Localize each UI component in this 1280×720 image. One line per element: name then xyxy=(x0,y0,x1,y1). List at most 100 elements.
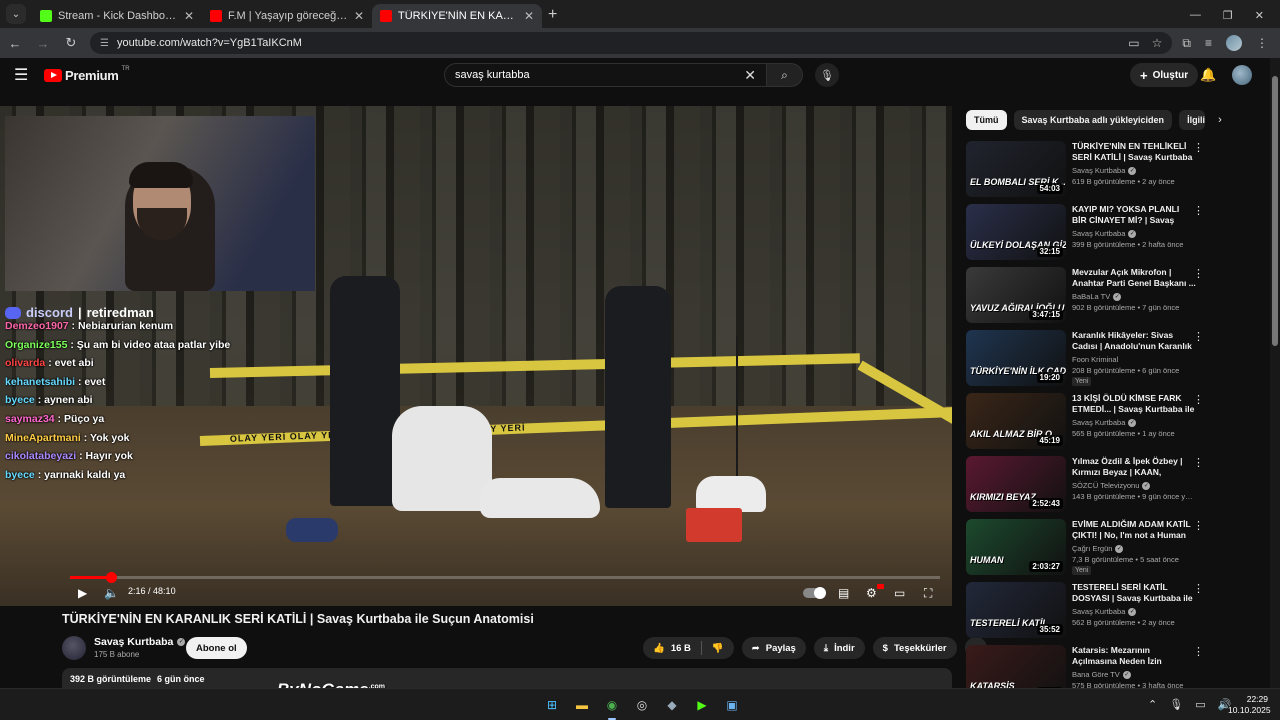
account-avatar[interactable] xyxy=(1232,65,1252,85)
video-player[interactable]: OLAY YERİ OLAY YERİ OLAY YERİ OLAY YERİ … xyxy=(0,106,952,606)
channel-name[interactable]: Savaş Kurtbaba xyxy=(1072,418,1125,427)
page-scrollbar[interactable] xyxy=(1270,58,1280,688)
fullscreen-icon[interactable]: ⛶ xyxy=(924,586,932,601)
video-thumbnail[interactable]: HUMAN 2:03:27 xyxy=(966,519,1066,575)
recommended-video[interactable]: YAVUZ AĞIRALİOĞLU 3:47:15 Mevzular Açık Mi… xyxy=(966,267,1266,330)
video-title-link[interactable]: TESTERELİ SERİ KATİL DOSYASI | Savaş Kur… xyxy=(1072,582,1196,604)
close-tab-icon[interactable]: ✕ xyxy=(354,9,364,23)
channel-avatar[interactable] xyxy=(62,636,86,660)
video-title-link[interactable]: Katarsis: Mezarının Açılmasına Neden İzi… xyxy=(1072,645,1196,667)
recommended-video[interactable]: TÜRKİYE'NİN İLK CADI VAKASI19:20 Karanlık… xyxy=(966,330,1266,393)
video-thumbnail[interactable]: TÜRKİYE'NİN İLK CADI VAKASI19:20 xyxy=(966,330,1066,386)
reload-icon[interactable]: ↻ xyxy=(62,35,80,51)
media-controls-icon[interactable]: ≡ xyxy=(1205,36,1212,50)
autoplay-toggle[interactable] xyxy=(803,587,826,599)
more-options-icon[interactable]: ⋮ xyxy=(1193,204,1204,217)
thanks-button[interactable]: $ Teşekkürler xyxy=(872,637,957,659)
more-options-icon[interactable]: ⋮ xyxy=(1193,519,1204,532)
kick-app-icon[interactable]: ▶ xyxy=(692,695,712,715)
channel-name[interactable]: Savaş Kurtbaba xyxy=(1072,229,1125,238)
description-box[interactable]: 392 B görüntüleme 6 gün önce xyxy=(62,668,952,688)
extensions-icon[interactable]: ⧉ xyxy=(1182,36,1191,51)
mic-tray-icon[interactable]: 🎙 xyxy=(1169,698,1183,711)
volume-icon[interactable]: 🔈 xyxy=(104,586,119,600)
channel-name-link[interactable]: Savaş Kurtbaba ✓ xyxy=(94,636,186,648)
share-button[interactable]: ➦ Paylaş xyxy=(741,637,806,659)
recommended-video[interactable]: HUMAN 2:03:27 EVİME ALDIĞIM ADAM KATİL ÇIK… xyxy=(966,519,1266,582)
video-thumbnail[interactable]: YAVUZ AĞIRALİOĞLU 3:47:15 xyxy=(966,267,1066,323)
bookmark-star-icon[interactable]: ☆ xyxy=(1152,36,1163,50)
clear-search-icon[interactable]: ✕ xyxy=(744,67,756,84)
cast-icon[interactable]: ▭ xyxy=(1128,36,1139,50)
back-icon[interactable]: ← xyxy=(6,36,24,51)
taskbar-clock[interactable]: 22:29 10.10.2025 xyxy=(1228,694,1271,716)
channel-name[interactable]: Bana Göre TV xyxy=(1072,670,1120,679)
progress-bar[interactable] xyxy=(70,572,940,583)
more-options-icon[interactable]: ⋮ xyxy=(1193,393,1204,406)
channel-name[interactable]: SÖZCÜ Televizyonu xyxy=(1072,481,1139,490)
recommended-video[interactable]: ÜLKEYİ DOLAŞAN GİZEMLİ KAYIP32:15 KAYIP M… xyxy=(966,204,1266,267)
play-icon[interactable]: ▶ xyxy=(78,586,87,600)
video-thumbnail[interactable]: EL BOMBALI SERİ K... 54:03 xyxy=(966,141,1066,197)
chip-from-uploader[interactable]: Savaş Kurtbaba adlı yükleyiciden xyxy=(1013,110,1173,130)
channel-name[interactable]: Savaş Kurtbaba xyxy=(1072,607,1125,616)
file-explorer-icon[interactable]: ▬ xyxy=(572,695,592,715)
network-icon[interactable]: ▭ xyxy=(1195,698,1205,711)
channel-name[interactable]: BaBaLa TV xyxy=(1072,292,1110,301)
tab-search-button[interactable]: ⌄ xyxy=(6,4,26,24)
settings-gear-icon[interactable]: ⚙ xyxy=(866,586,877,600)
profile-avatar[interactable] xyxy=(1226,35,1242,51)
download-button[interactable]: ⤓ İndir xyxy=(813,637,865,659)
search-button[interactable]: ⌕ xyxy=(767,63,803,87)
steam-icon[interactable]: ◆ xyxy=(662,695,682,715)
browser-menu-icon[interactable]: ⋮ xyxy=(1256,36,1268,50)
subtitles-icon[interactable]: ▤ xyxy=(838,586,849,600)
close-tab-icon[interactable]: ✕ xyxy=(184,9,194,23)
video-title-link[interactable]: KAYIP MI? YOKSA PLANLI BİR CİNAYET Mİ? |… xyxy=(1072,204,1196,226)
site-info-icon[interactable]: ☰ xyxy=(100,38,109,49)
windows-start-icon[interactable]: ⊞ xyxy=(542,695,562,715)
recommended-video[interactable]: EL BOMBALI SERİ K... 54:03 TÜRKİYE'NİN EN … xyxy=(966,141,1266,204)
more-options-icon[interactable]: ⋮ xyxy=(1193,330,1204,343)
video-title-link[interactable]: Yılmaz Özdil & İpek Özbey | Kırmızı Beya… xyxy=(1072,456,1196,478)
browser-tab-fm[interactable]: F.M | Yaşayıp göreceğiz - YouTube ✕ xyxy=(202,4,372,28)
more-options-icon[interactable]: ⋮ xyxy=(1193,456,1204,469)
video-title-link[interactable]: Karanlık Hikâyeler: Sivas Cadısı | Anado… xyxy=(1072,330,1196,352)
voice-search-button[interactable]: 🎙 xyxy=(815,63,839,87)
create-button[interactable]: + Oluştur xyxy=(1130,63,1199,87)
minimize-icon[interactable]: — xyxy=(1190,9,1201,22)
browser-tab-active[interactable]: TÜRKİYE'NİN EN KARANLIK SERİ KATİLİ ✕ xyxy=(372,4,542,28)
channel-name[interactable]: Foon Kriminal xyxy=(1072,355,1118,364)
video-title-link[interactable]: EVİME ALDIĞIM ADAM KATİL ÇIKTI! | No, I'… xyxy=(1072,519,1196,541)
like-icon[interactable]: 👍 xyxy=(653,643,665,654)
chrome-icon[interactable]: ◉ xyxy=(602,695,622,720)
close-tab-icon[interactable]: ✕ xyxy=(524,9,534,23)
obs-icon[interactable]: ◎ xyxy=(632,695,652,715)
search-input[interactable]: savaş kurtabba ✕ xyxy=(444,63,767,87)
photos-icon[interactable]: ▣ xyxy=(722,695,742,715)
address-bar[interactable]: ☰ youtube.com/watch?v=YgB1TaIKCnM ▭ ☆ xyxy=(90,32,1173,54)
video-title-link[interactable]: Mevzular Açık Mikrofon | Anahtar Parti G… xyxy=(1072,267,1196,289)
video-thumbnail[interactable]: AKIL ALMAZ BİR O... 45:19 xyxy=(966,393,1066,449)
subscribe-button[interactable]: Abone ol xyxy=(186,637,247,659)
recommended-video[interactable]: TESTERELİ KATİL 35:52 TESTERELİ SERİ KATİL… xyxy=(966,582,1266,645)
channel-name[interactable]: Çağrı Ergün xyxy=(1072,544,1112,553)
channel-name[interactable]: Savaş Kurtbaba xyxy=(1072,166,1125,175)
forward-icon[interactable]: → xyxy=(34,36,52,51)
browser-tab-kick[interactable]: Stream - Kick Dashboard ✕ xyxy=(32,4,202,28)
scrollbar-thumb[interactable] xyxy=(1272,76,1278,346)
hamburger-menu-icon[interactable]: ☰ xyxy=(14,65,32,85)
chip-all[interactable]: Tümü xyxy=(966,110,1007,130)
like-count[interactable]: 16 B xyxy=(671,643,691,654)
recommended-video[interactable]: AKIL ALMAZ BİR O... 45:19 13 KİŞİ ÖLDÜ KİM… xyxy=(966,393,1266,456)
video-thumbnail[interactable]: TESTERELİ KATİL 35:52 xyxy=(966,582,1066,638)
video-title-link[interactable]: TÜRKİYE'NİN EN TEHLİKELİ SERİ KATİLİ | S… xyxy=(1072,141,1196,163)
chip-related[interactable]: İlgili xyxy=(1179,110,1206,130)
video-thumbnail[interactable]: KIRMIZI BEYAZ 2:52:43 xyxy=(966,456,1066,512)
close-window-icon[interactable]: ✕ xyxy=(1255,9,1264,22)
restore-icon[interactable]: ❐ xyxy=(1223,9,1233,22)
more-options-icon[interactable]: ⋮ xyxy=(1193,645,1204,658)
dislike-icon[interactable]: 👎 xyxy=(712,643,724,654)
youtube-logo[interactable]: Premium TR xyxy=(44,66,130,83)
more-options-icon[interactable]: ⋮ xyxy=(1193,141,1204,154)
